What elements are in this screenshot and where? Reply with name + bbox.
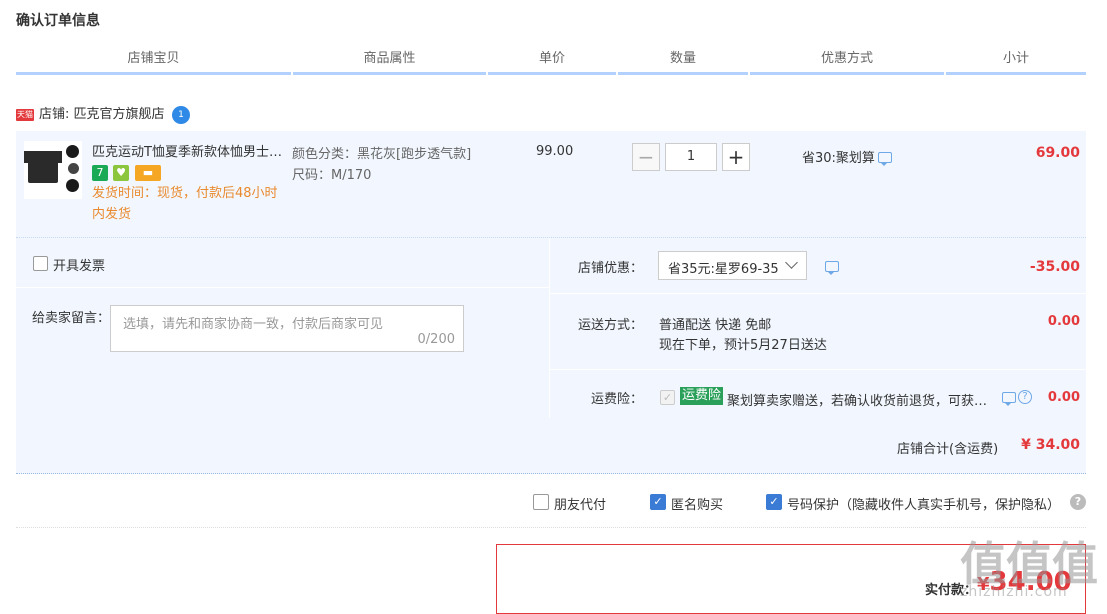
watermark: 值 值 值 zhizhizhi.com xyxy=(960,528,1100,608)
store-discount-value: -35.00 xyxy=(1029,259,1080,275)
tmall-icon: 天猫 xyxy=(16,109,34,121)
shipping-value: 0.00 xyxy=(1047,314,1080,329)
store-total-label: 店铺合计(含运费) xyxy=(897,442,999,457)
qty-plus-button[interactable]: + xyxy=(722,143,750,171)
column-header-subtotal: 小计 xyxy=(1002,51,1029,66)
comment-icon[interactable] xyxy=(878,152,892,166)
shipping-method: 普通配送 快递 免邮 xyxy=(659,318,772,333)
seller-memo-textarea[interactable]: 选填，请先和商家协商一致，付款后商家可见 0/200 xyxy=(110,305,464,352)
friend-pay-label: 朋友代付 xyxy=(554,498,607,513)
unit-price: 99.00 xyxy=(536,144,574,159)
watermark-url: zhizhizhi.com xyxy=(960,584,1068,600)
qty-input[interactable]: 1 xyxy=(665,143,717,171)
column-header-quantity: 数量 xyxy=(669,51,696,66)
column-header-price: 单价 xyxy=(538,51,565,66)
insurance-tag: 运费险 xyxy=(680,387,724,405)
memo-label: 给卖家留言： xyxy=(32,311,111,326)
insurance-checkbox: ✓ xyxy=(660,390,675,405)
ship-time-text: 发货时间：现货，付款后48小时内发货 xyxy=(92,186,278,222)
promo-text: 省30:聚划算 xyxy=(802,151,875,166)
invoice-label: 开具发票 xyxy=(53,259,106,274)
product-name-link[interactable]: 匹克运动T恤夏季新款体恤男士… xyxy=(92,141,282,160)
chevron-down-icon xyxy=(785,256,798,269)
friend-pay-checkbox[interactable] xyxy=(533,494,549,510)
comment-icon[interactable] xyxy=(825,261,839,275)
column-header-item: 店铺宝贝 xyxy=(127,51,180,66)
comment-icon[interactable] xyxy=(1002,392,1016,406)
insurance-desc: 聚划算卖家赠送，若确认收货前退货，可获… xyxy=(727,394,988,409)
card-pay-icon: ▬ xyxy=(135,165,161,181)
number-protect-checkbox[interactable]: ✓ xyxy=(766,494,782,510)
column-header-attributes: 商品属性 xyxy=(363,51,416,66)
store-discount-label: 店铺优惠： xyxy=(578,261,644,276)
shipping-label: 运送方式： xyxy=(578,318,644,333)
memo-placeholder: 选填，请先和商家协商一致，付款后商家可见 xyxy=(123,317,384,332)
help-icon[interactable]: ? xyxy=(1070,494,1086,510)
guarantee-icon: ♥ xyxy=(113,165,129,181)
item-subtotal: 69.00 xyxy=(1035,145,1080,161)
qty-minus-button[interactable]: − xyxy=(632,143,660,171)
shipping-eta: 现在下单，预计5月27日送达 xyxy=(659,338,827,353)
attr-color: 颜色分类：黑花灰[跑步透气款] xyxy=(292,147,472,162)
page-title: 确认订单信息 xyxy=(16,13,100,29)
insurance-label: 运费险： xyxy=(591,392,644,407)
store-total-value: ¥ 34.00 xyxy=(1021,437,1080,453)
anonymous-checkbox[interactable]: ✓ xyxy=(650,494,666,510)
buyer-options-panel: 开具发票 给卖家留言： 选填，请先和商家协商一致，付款后商家可见 0/200 xyxy=(16,238,549,418)
product-thumbnail[interactable] xyxy=(24,141,82,199)
memo-counter: 0/200 xyxy=(417,332,455,347)
product-attributes: 颜色分类：黑花灰[跑步透气款] 尺码：M/170 xyxy=(292,144,471,186)
order-item-row: 匹克运动T恤夏季新款体恤男士… 7 ♥ ▬ 发货时间：现货，付款后48小时内发货… xyxy=(16,131,1086,238)
number-protect-label: 号码保护（隐藏收件人真实手机号，保护隐私） xyxy=(787,498,1061,513)
store-discount-select[interactable]: 省35元:星罗69-35 xyxy=(658,251,807,280)
store-summary-panel: 店铺优惠： 省35元:星罗69-35 -35.00 运送方式： 普通配送 快递 … xyxy=(550,238,1086,418)
store-discount-selected: 省35元:星罗69-35 xyxy=(668,262,779,277)
anonymous-label: 匿名购买 xyxy=(671,498,724,513)
invoice-checkbox[interactable] xyxy=(33,256,48,271)
column-header-discount: 优惠方式 xyxy=(820,51,873,66)
purchase-options-row: 朋友代付 ✓ 匿名购买 ✓ 号码保护（隐藏收件人真实手机号，保护隐私） ? xyxy=(16,476,1086,528)
insurance-value: 0.00 xyxy=(1047,390,1080,405)
order-table-header: 店铺宝贝 商品属性 单价 数量 优惠方式 小计 xyxy=(16,48,1086,75)
shop-name-link[interactable]: 店铺: 匹克官方旗舰店 xyxy=(39,104,165,126)
order-options-section: 开具发票 给卖家留言： 选填，请先和商家协商一致，付款后商家可见 0/200 店… xyxy=(16,238,1086,474)
store-total-bar: 店铺合计(含运费) ¥ 34.00 xyxy=(16,418,1086,474)
help-icon[interactable]: ? xyxy=(1018,390,1032,404)
seven-day-return-icon: 7 xyxy=(92,165,108,181)
attr-size: 尺码：M/170 xyxy=(292,168,372,183)
wangwang-chat-icon[interactable]: 1 xyxy=(172,106,190,124)
